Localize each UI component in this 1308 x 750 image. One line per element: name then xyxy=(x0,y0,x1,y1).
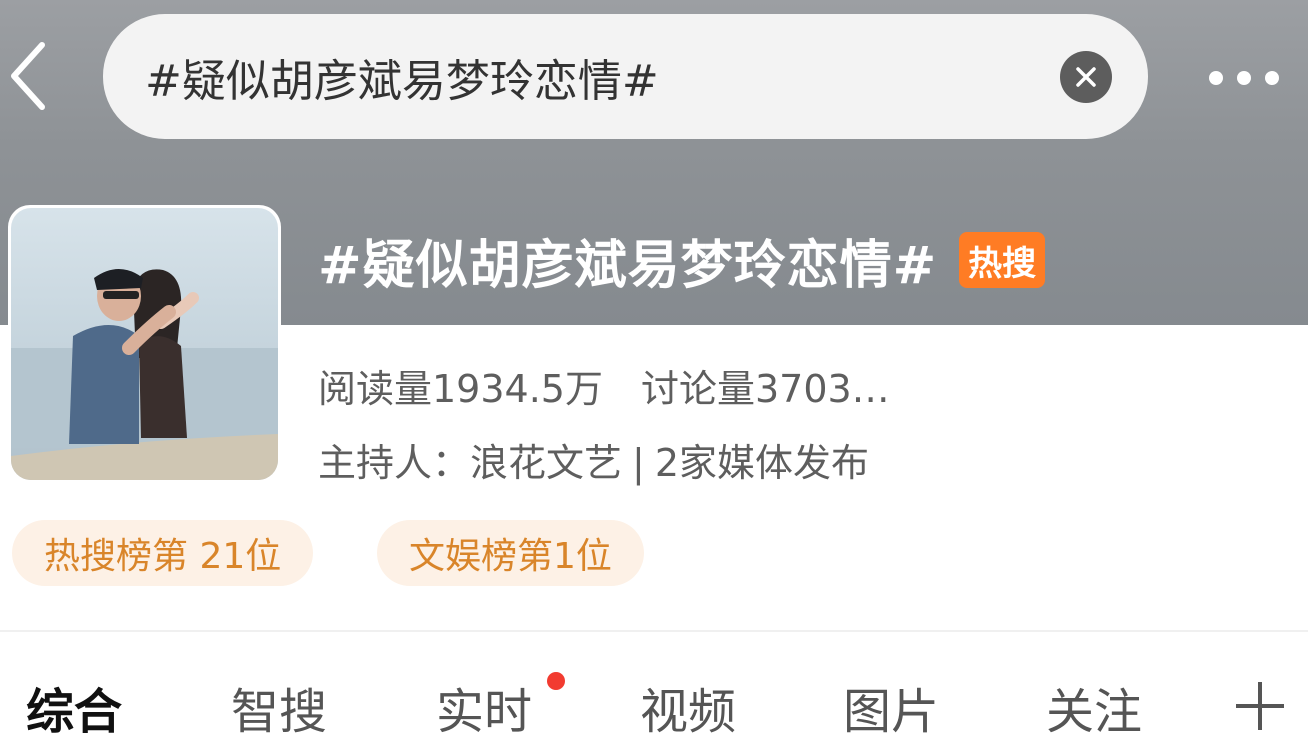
tab-following[interactable]: 关注 xyxy=(1046,672,1142,742)
tab-realtime[interactable]: 实时 xyxy=(436,672,532,742)
media-count[interactable]: 2家媒体发布 xyxy=(655,441,869,485)
topic-stats: 阅读量1934.5万 讨论量3703… xyxy=(318,358,890,413)
topic-thumbnail[interactable] xyxy=(8,205,281,483)
hot-badge: 热搜 xyxy=(959,232,1046,288)
read-count: 阅读量1934.5万 xyxy=(318,367,603,411)
section-divider xyxy=(0,630,1308,632)
search-input-text[interactable]: #疑似胡彦斌易梦玲恋情# xyxy=(145,45,659,109)
tab-bar: 综合 智搜 实时 视频 图片 关注 xyxy=(0,652,1308,750)
hot-search-rank-chip[interactable]: 热搜榜第 21位 xyxy=(12,520,314,586)
topic-host-line: 主持人：浪花文艺 | 2家媒体发布 xyxy=(318,432,869,487)
tab-comprehensive[interactable]: 综合 xyxy=(26,672,122,742)
chevron-left-icon xyxy=(11,42,45,110)
tab-smart-search[interactable]: 智搜 xyxy=(231,672,327,742)
more-dot-icon xyxy=(1209,71,1223,85)
topic-page: #疑似胡彦斌易梦玲恋情# #疑似胡彦斌易梦玲恋情# 热搜 阅读量1934.5万 … xyxy=(0,0,1308,750)
host-label: 主持人： xyxy=(318,441,471,485)
close-icon xyxy=(1076,66,1096,87)
tab-images[interactable]: 图片 xyxy=(843,672,939,742)
host-separator: | xyxy=(632,441,645,485)
clear-search-button[interactable] xyxy=(1060,50,1112,103)
more-dot-icon xyxy=(1265,71,1279,85)
topic-title: #疑似胡彦斌易梦玲恋情# xyxy=(318,235,938,296)
discussion-count: 讨论量3703… xyxy=(640,367,890,411)
more-dot-icon xyxy=(1237,71,1251,85)
host-name-link[interactable]: 浪花文艺 xyxy=(470,441,622,485)
more-options-button[interactable] xyxy=(1196,50,1292,106)
entertainment-rank-chip[interactable]: 文娱榜第1位 xyxy=(377,520,644,586)
topic-title-row: #疑似胡彦斌易梦玲恋情# 热搜 xyxy=(318,222,1046,298)
add-tab-plus-icon[interactable] xyxy=(1236,682,1284,730)
new-content-dot-icon xyxy=(547,672,565,690)
tab-video[interactable]: 视频 xyxy=(640,672,736,742)
back-button[interactable] xyxy=(0,36,56,116)
couple-photo-image xyxy=(11,208,278,480)
search-bar[interactable]: #疑似胡彦斌易梦玲恋情# xyxy=(103,14,1148,139)
